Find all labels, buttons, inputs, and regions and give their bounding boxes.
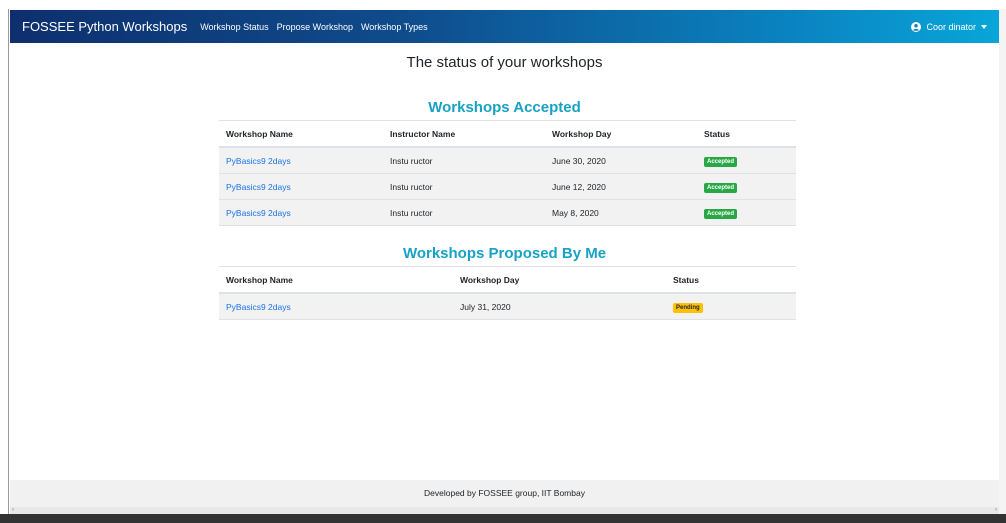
column-header-instructor-name: Instructor Name [383, 120, 545, 148]
column-header-workshop-name: Workshop Name [219, 120, 383, 148]
column-header-workshop-day: Workshop Day [453, 266, 666, 294]
status-cell: Accepted [697, 199, 796, 226]
workshop-name-cell: PyBasics9 2days [219, 173, 383, 200]
horizontal-scrollbar[interactable]: ‹ › [10, 507, 999, 514]
footer: Developed by FOSSEE group, IIT Bombay [10, 480, 999, 507]
workshop-link[interactable]: PyBasics9 2days [226, 156, 291, 166]
workshop-link[interactable]: PyBasics9 2days [226, 302, 291, 312]
taskbar-strip [0, 514, 1006, 523]
status-badge: Accepted [704, 156, 738, 167]
nav-links: Workshop Status Propose Workshop Worksho… [200, 22, 435, 32]
window-left-border [8, 9, 9, 514]
accepted-workshops-table: Workshop Name Instructor Name Workshop D… [219, 120, 796, 226]
nav-workshop-types[interactable]: Workshop Types [361, 22, 428, 32]
instructor-cell: Instu ructor [383, 173, 545, 200]
table-row: PyBasics9 2days Instu ructor June 12, 20… [219, 173, 796, 200]
table-row: PyBasics9 2days Instu ructor June 30, 20… [219, 147, 796, 174]
proposed-section-title: Workshops Proposed By Me [402, 245, 607, 262]
status-badge: Accepted [704, 208, 738, 219]
vertical-scrollbar[interactable] [999, 9, 1006, 514]
nav-workshop-status[interactable]: Workshop Status [200, 22, 268, 32]
window-top-frame [0, 0, 1006, 9]
status-badge: Accepted [704, 182, 738, 193]
table-header-row: Workshop Name Workshop Day Status [219, 266, 796, 294]
brand-link[interactable]: FOSSEE Python Workshops [22, 19, 187, 34]
column-header-workshop-day: Workshop Day [545, 120, 697, 148]
workshop-name-cell: PyBasics9 2days [219, 293, 453, 320]
user-name: Coor dinator [926, 21, 976, 32]
browser-page: FOSSEE Python Workshops Workshop Status … [10, 10, 999, 514]
workshop-day-cell: July 31, 2020 [453, 293, 666, 320]
column-header-workshop-name: Workshop Name [219, 266, 453, 294]
column-header-status: Status [666, 266, 796, 294]
status-cell: Accepted [697, 147, 796, 174]
scroll-left-arrow-icon[interactable]: ‹ [12, 507, 14, 514]
workshop-name-cell: PyBasics9 2days [219, 199, 383, 226]
chevron-down-icon [981, 24, 987, 29]
workshop-day-cell: June 12, 2020 [545, 173, 697, 200]
table-row: PyBasics9 2days Instu ructor May 8, 2020… [219, 199, 796, 226]
workshop-link[interactable]: PyBasics9 2days [226, 208, 291, 218]
status-cell: Pending [666, 293, 796, 320]
status-badge: Pending [673, 302, 703, 313]
table-row: PyBasics9 2days July 31, 2020 Pending [219, 293, 796, 320]
accepted-section-title: Workshops Accepted [428, 99, 581, 116]
page-title: The status of your workshops [406, 54, 603, 71]
proposed-workshops-table: Workshop Name Workshop Day Status PyBasi… [219, 266, 796, 320]
scroll-right-arrow-icon[interactable]: › [995, 507, 997, 514]
user-circle-icon [911, 21, 922, 32]
workshop-day-cell: June 30, 2020 [545, 147, 697, 174]
navbar: FOSSEE Python Workshops Workshop Status … [10, 10, 999, 43]
status-cell: Accepted [697, 173, 796, 200]
instructor-cell: Instu ructor [383, 147, 545, 174]
instructor-cell: Instu ructor [383, 199, 545, 226]
nav-propose-workshop[interactable]: Propose Workshop [277, 22, 353, 32]
workshop-day-cell: May 8, 2020 [545, 199, 697, 226]
user-dropdown[interactable]: Coor dinator [911, 10, 987, 43]
workshop-name-cell: PyBasics9 2days [219, 147, 383, 174]
workshop-link[interactable]: PyBasics9 2days [226, 182, 291, 192]
table-header-row: Workshop Name Instructor Name Workshop D… [219, 120, 796, 148]
column-header-status: Status [697, 120, 796, 148]
